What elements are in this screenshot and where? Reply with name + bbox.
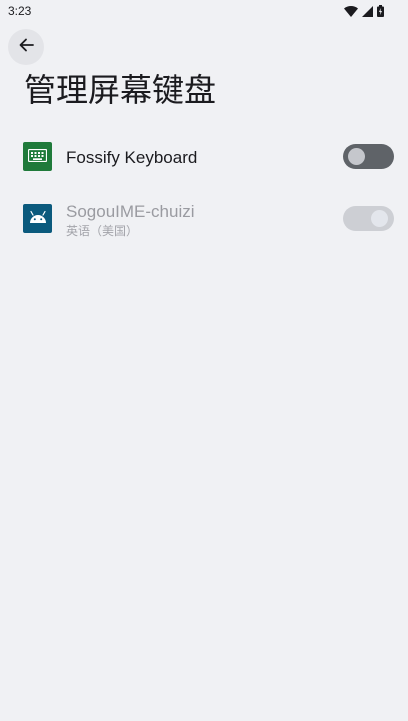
keyboard-row-sogou: SogouIME-chuizi 英语（美国） xyxy=(0,189,408,249)
page-title: 管理屏幕键盘 xyxy=(24,71,217,109)
toggle-thumb xyxy=(348,148,365,165)
status-icons xyxy=(344,4,384,18)
keyboard-row-fossify[interactable]: Fossify Keyboard xyxy=(0,128,408,188)
cell-signal-icon xyxy=(362,5,373,17)
arrow-back-icon xyxy=(18,37,34,57)
keyboard-language: 英语（美国） xyxy=(66,224,139,238)
fossify-keyboard-toggle[interactable] xyxy=(343,144,394,169)
toggle-thumb xyxy=(371,210,388,227)
fossify-app-icon xyxy=(23,142,52,171)
wifi-icon xyxy=(344,5,358,17)
sogou-keyboard-toggle xyxy=(343,206,394,231)
keyboard-icon xyxy=(27,147,48,166)
battery-icon xyxy=(377,5,384,17)
keyboard-name: Fossify Keyboard xyxy=(66,148,198,167)
keyboard-name: SogouIME-chuizi xyxy=(66,202,195,221)
sogou-app-icon xyxy=(23,204,52,233)
status-time: 3:23 xyxy=(8,4,32,18)
status-bar: 3:23 xyxy=(0,0,408,24)
back-button[interactable] xyxy=(8,29,44,65)
android-icon xyxy=(28,209,48,228)
